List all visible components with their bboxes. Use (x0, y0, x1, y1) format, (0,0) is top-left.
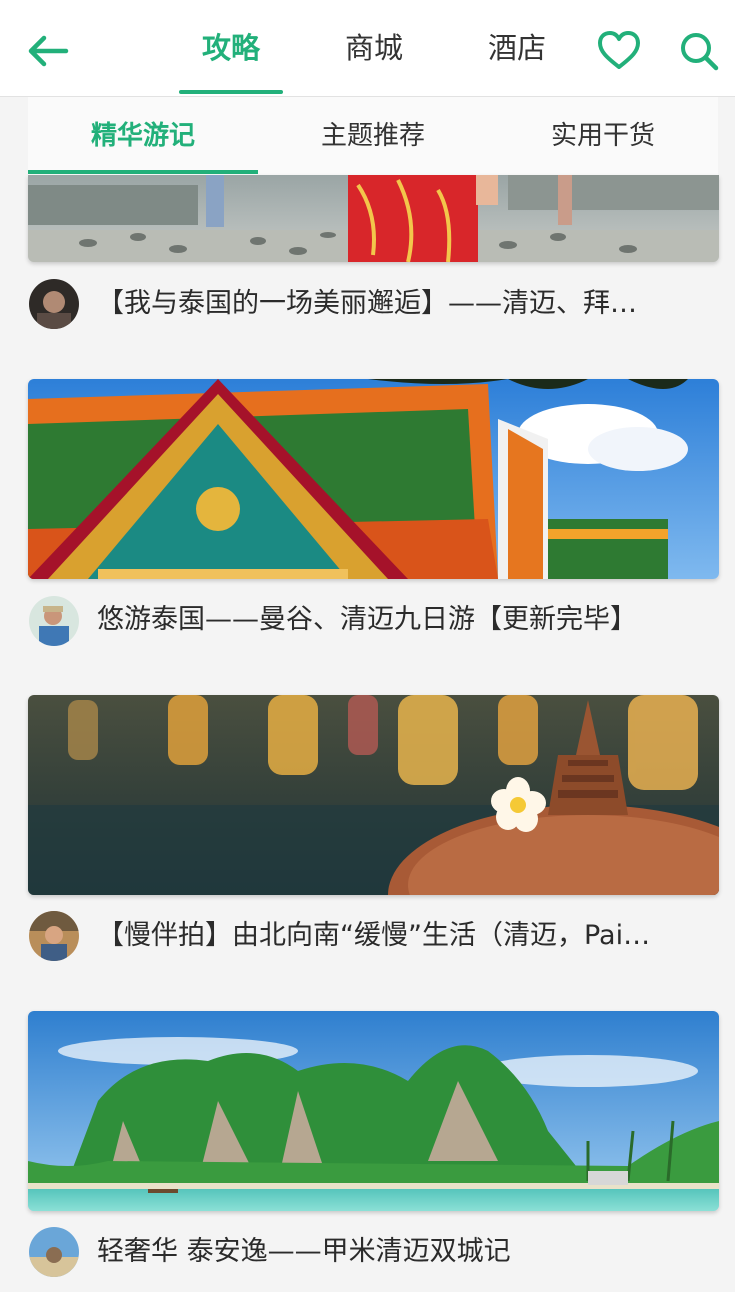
search-button[interactable] (678, 30, 720, 72)
article-image[interactable] (28, 1011, 719, 1211)
author-avatar[interactable] (29, 1227, 79, 1277)
tab-guide[interactable]: 攻略 (180, 26, 282, 70)
article-title[interactable]: 【慢伴拍】由北向南“缓慢”生活（清迈，Pai… (97, 914, 709, 958)
top-nav-bar: 攻略 商城 酒店 (0, 0, 735, 97)
subtab-bar: 精华游记 主题推荐 实用干货 (28, 97, 718, 175)
article-image[interactable] (28, 695, 719, 895)
author-avatar[interactable] (29, 911, 79, 961)
article-title[interactable]: 悠游泰国——曼谷、清迈九日游【更新完毕】 (97, 598, 709, 642)
back-button[interactable] (22, 26, 72, 76)
article-image[interactable] (28, 379, 719, 579)
author-avatar[interactable] (29, 279, 79, 329)
subtab-featured-travelogues[interactable]: 精华游记 (28, 115, 258, 157)
tab-mall[interactable]: 商城 (323, 26, 425, 70)
article-title[interactable]: 轻奢华 泰安逸——甲米清迈双城记 (97, 1230, 709, 1274)
tab-hotel[interactable]: 酒店 (466, 26, 568, 70)
active-subtab-indicator (28, 170, 258, 174)
arrow-left-icon (28, 35, 69, 67)
article-title[interactable]: 【我与泰国的一场美丽邂逅】——清迈、拜… (97, 282, 709, 326)
active-tab-indicator (179, 90, 283, 94)
favorite-button[interactable] (596, 28, 642, 74)
article-image[interactable] (28, 175, 719, 262)
author-avatar[interactable] (29, 596, 79, 646)
heart-icon (598, 31, 640, 69)
subtab-practical-tips[interactable]: 实用干货 (488, 115, 718, 157)
search-icon (681, 33, 719, 71)
subtab-theme-recommendations[interactable]: 主题推荐 (258, 115, 488, 157)
